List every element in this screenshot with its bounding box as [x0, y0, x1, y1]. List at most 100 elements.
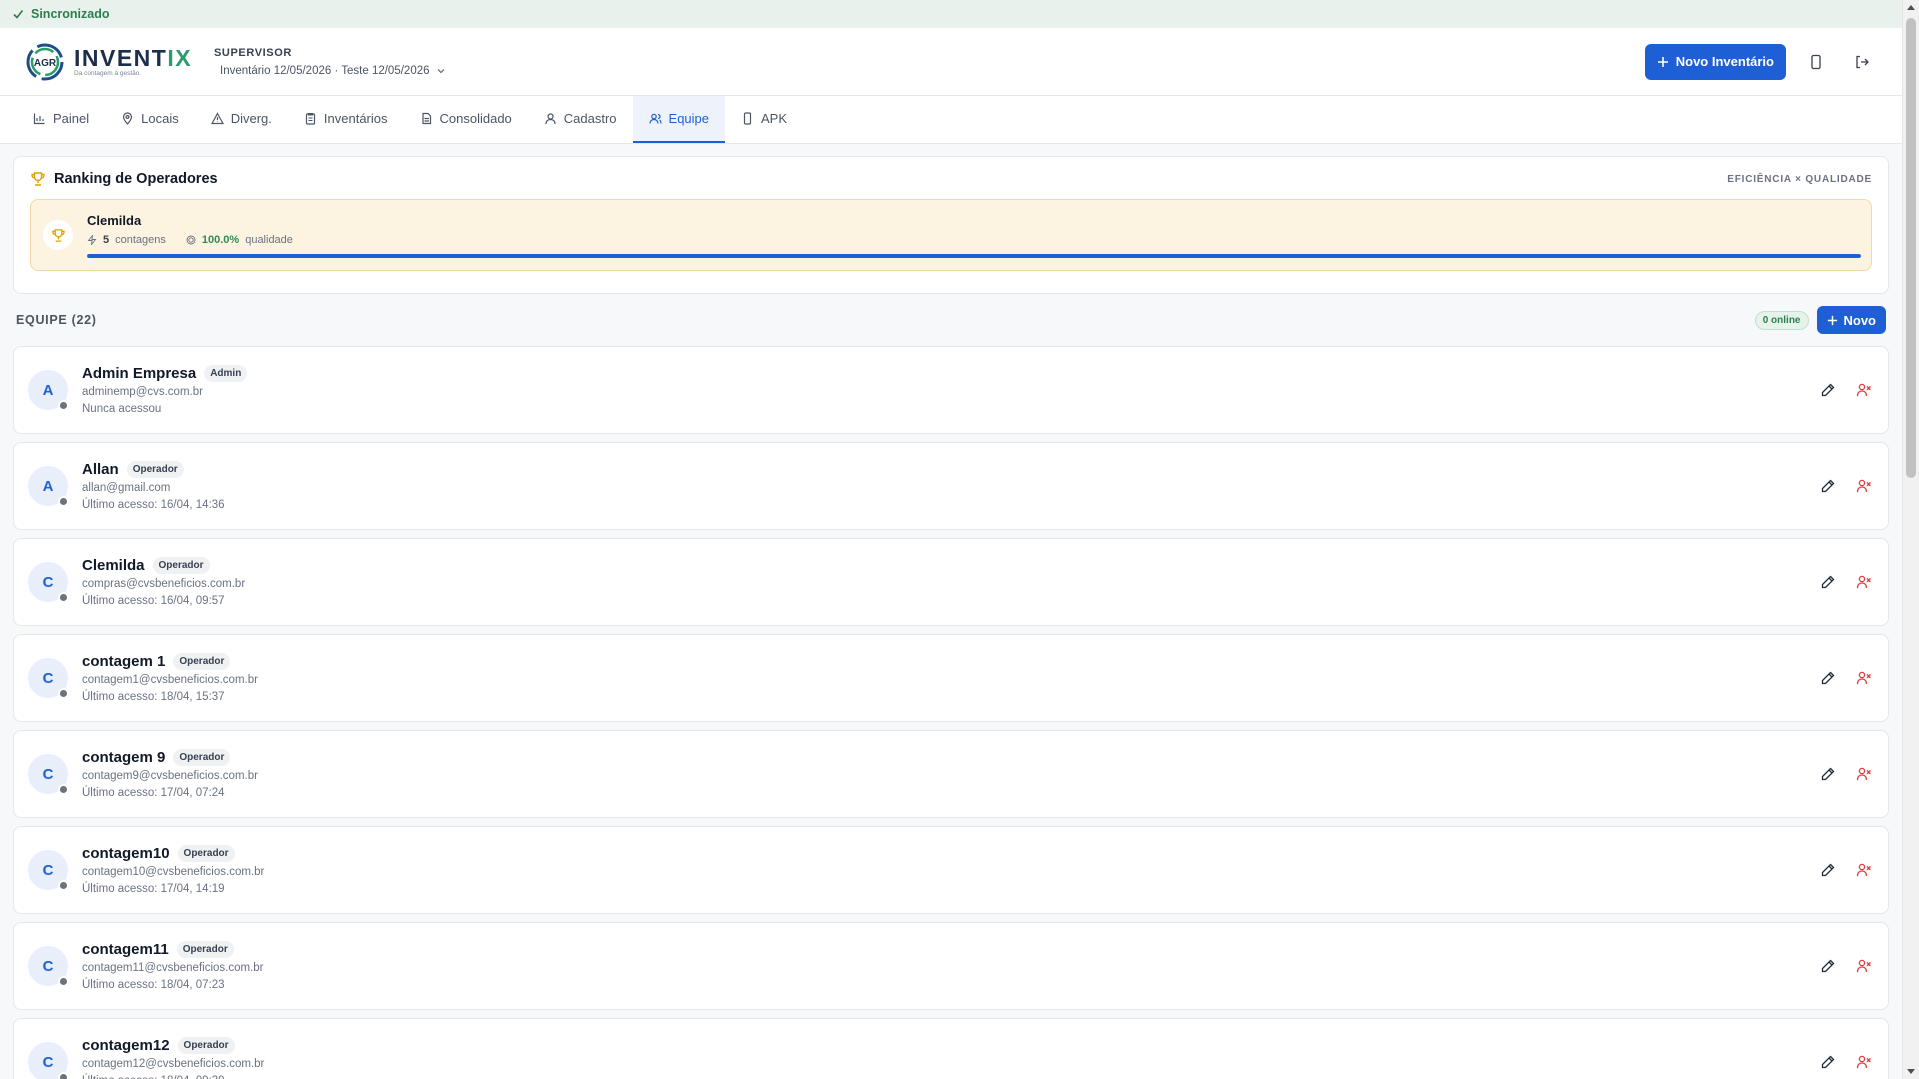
scrollbar-thumb[interactable] — [1906, 18, 1916, 478]
remove-user-icon[interactable] — [1856, 862, 1872, 878]
member-last-access: Último acesso: 16/04, 14:36 — [82, 499, 225, 511]
plus-icon — [1827, 315, 1837, 325]
remove-user-icon[interactable] — [1856, 1054, 1872, 1070]
users-icon — [648, 113, 662, 124]
avatar: C — [28, 754, 69, 795]
edit-pencil-icon[interactable] — [1820, 670, 1836, 686]
remove-user-icon[interactable] — [1856, 382, 1872, 398]
trophy-icon — [51, 228, 65, 242]
status-dot — [58, 496, 69, 507]
tab-consolidado[interactable]: Consolidado — [404, 96, 528, 143]
member-last-access: Último acesso: 17/04, 14:19 — [82, 883, 225, 895]
role-label: SUPERVISOR — [214, 46, 292, 59]
team-title: EQUIPE (22) — [16, 313, 97, 327]
ranking-top-operator[interactable]: Clemilda 5 contagens 100.0% qualidade — [30, 199, 1872, 271]
mobile-device-button[interactable] — [1800, 46, 1832, 78]
new-inventory-button[interactable]: Novo Inventário — [1644, 43, 1786, 80]
member-email: contagem11@cvsbeneficios.com.br — [82, 962, 264, 974]
add-member-label: Novo — [1843, 312, 1877, 328]
edit-pencil-icon[interactable] — [1820, 382, 1836, 398]
smartphone-icon — [1811, 54, 1821, 69]
role-badge: Operador — [173, 749, 231, 766]
role-badge: Operador — [152, 557, 210, 574]
edit-pencil-icon[interactable] — [1820, 1054, 1836, 1070]
avatar: C — [28, 1042, 69, 1079]
team-member-row[interactable]: Ccontagem10 Operador contagem10@cvsbenefic… — [13, 826, 1889, 914]
logout-button[interactable] — [1846, 46, 1878, 78]
sync-status-bar: Sincronizado — [0, 0, 1902, 28]
team-member-row[interactable]: A Admin Empresa Admin adminemp@cvs.com.br Nu… — [13, 346, 1889, 434]
add-member-button[interactable]: Novo — [1816, 306, 1886, 334]
tab-locais[interactable]: Locais — [105, 96, 195, 143]
logo-name: INVENT — [74, 45, 168, 71]
main-content: Ranking de Operadores EFICIÊNCIA × QUALI… — [0, 144, 1902, 1079]
member-email: contagem10@cvsbeneficios.com.br — [82, 866, 265, 878]
team-member-row[interactable]: Ccontagem 1 Operador contagem1@cvsbenefici… — [13, 634, 1889, 722]
team-member-row[interactable]: C Clemilda Operador compras@cvsbeneficios.c… — [13, 538, 1889, 626]
logo[interactable]: AGR INVENTIX Da contagem à gestão. — [24, 41, 206, 83]
team-member-row[interactable]: Ccontagem11 Operador contagem11@cvsbenefic… — [13, 922, 1889, 1010]
member-name: Allan — [82, 461, 119, 478]
svg-text:AGR: AGR — [34, 58, 57, 69]
edit-pencil-icon[interactable] — [1820, 958, 1836, 974]
tab-equipe[interactable]: Equipe — [632, 96, 726, 143]
scroll-up-icon[interactable] — [1907, 5, 1915, 10]
online-count-badge: 0 online — [1754, 310, 1809, 330]
scroll-down-icon[interactable] — [1907, 1069, 1915, 1074]
avatar: A — [28, 466, 69, 507]
edit-pencil-icon[interactable] — [1820, 574, 1836, 590]
status-dot — [58, 688, 69, 699]
remove-user-icon[interactable] — [1856, 766, 1872, 782]
member-last-access: Último acesso: 18/04, 15:37 — [82, 691, 225, 703]
tab-divergencias[interactable]: Diverg. — [195, 96, 288, 143]
remove-user-icon[interactable] — [1856, 670, 1872, 686]
remove-user-icon[interactable] — [1856, 958, 1872, 974]
rank-progress-bar — [87, 253, 1861, 258]
new-inventory-label: Novo Inventário — [1675, 54, 1774, 69]
tab-label: Painel — [53, 111, 90, 126]
avatar: C — [28, 850, 69, 891]
tab-apk[interactable]: APK — [725, 96, 803, 143]
target-icon — [186, 235, 196, 244]
member-last-access: Último acesso: 17/04, 07:24 — [82, 787, 225, 799]
status-dot — [58, 784, 69, 795]
team-member-row[interactable]: Ccontagem12 Operador contagem12@cvsbenefic… — [13, 1018, 1889, 1079]
status-dot — [58, 1072, 69, 1079]
status-dot — [58, 976, 69, 987]
team-member-row[interactable]: Ccontagem 9 Operador contagem9@cvsbenefici… — [13, 730, 1889, 818]
member-name: contagem 1 — [82, 653, 166, 670]
edit-pencil-icon[interactable] — [1820, 862, 1836, 878]
member-name: contagem12 — [82, 1037, 170, 1054]
role-badge: Operador — [177, 845, 235, 862]
rank-count: 5 — [103, 233, 110, 246]
check-icon — [13, 10, 24, 19]
status-dot — [58, 880, 69, 891]
inventory-select[interactable]: Inventário 12/05/2026 · Teste 12/05/2026 — [220, 65, 446, 77]
team-member-row[interactable]: A Allan Operador allan@gmail.com Último aces… — [13, 442, 1889, 530]
member-name: contagem 9 — [82, 749, 166, 766]
tab-painel[interactable]: Painel — [17, 96, 105, 143]
avatar: C — [28, 658, 69, 699]
app-root: Sincronizado AGR INVENTIX Da contagem à … — [0, 0, 1902, 1079]
avatar-initial: A — [42, 477, 54, 495]
logo-tagline: Da contagem à gestão. — [74, 70, 142, 77]
remove-user-icon[interactable] — [1856, 478, 1872, 494]
member-last-access: Nunca acessou — [82, 403, 162, 415]
rank-progress-fill — [87, 253, 1861, 258]
role-badge: Operador — [176, 941, 234, 958]
edit-pencil-icon[interactable] — [1820, 766, 1836, 782]
alert-triangle-icon — [210, 112, 224, 125]
tab-cadastro[interactable]: Cadastro — [528, 96, 633, 143]
zap-icon — [87, 234, 97, 245]
member-email: compras@cvsbeneficios.com.br — [82, 578, 246, 590]
user-icon — [545, 113, 556, 125]
logo-wordmark: INVENTIX — [74, 46, 192, 70]
member-email: contagem9@cvsbeneficios.com.br — [82, 770, 258, 782]
remove-user-icon[interactable] — [1856, 574, 1872, 590]
avatar-initial: A — [42, 381, 54, 399]
team-member-list: A Admin Empresa Admin adminemp@cvs.com.br Nu… — [13, 346, 1889, 1079]
edit-pencil-icon[interactable] — [1820, 478, 1836, 494]
vertical-scrollbar[interactable] — [1902, 0, 1919, 1079]
tab-label: APK — [761, 111, 788, 126]
tab-inventarios[interactable]: Inventários — [288, 96, 404, 143]
